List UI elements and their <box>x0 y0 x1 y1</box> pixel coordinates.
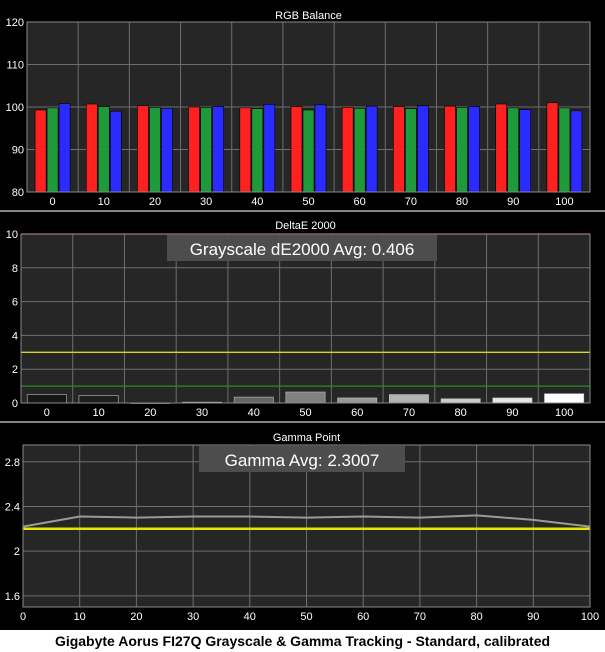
deltae-ytick-label: 10 <box>6 229 18 241</box>
gamma-ytick-label: 2.8 <box>5 457 20 469</box>
deltae-bar <box>78 395 119 404</box>
deltae-xtick-label: 30 <box>196 407 208 419</box>
rgb-bar-red <box>137 105 149 193</box>
rgb-bar-red <box>546 102 559 193</box>
gamma-xtick-label: 20 <box>130 611 142 623</box>
gamma-xtick-label: 30 <box>187 611 199 623</box>
rgb-bar-blue <box>263 104 276 193</box>
gamma-xtick-label: 100 <box>581 611 599 623</box>
gamma-xtick-label: 80 <box>470 611 482 623</box>
chart-title: DeltaE 2000 <box>275 220 336 232</box>
rgb-bar-blue <box>570 110 583 193</box>
rgb-ytick-label: 120 <box>6 17 24 29</box>
rgb-bar-green <box>46 107 59 193</box>
rgb-ytick-label: 110 <box>6 60 24 72</box>
deltae-bar <box>492 397 533 404</box>
rgb-bar-green <box>149 107 161 193</box>
rgb-xtick-label: 90 <box>507 196 519 208</box>
deltae-xtick-label: 50 <box>299 407 311 419</box>
deltae-xtick-label: 10 <box>92 407 104 419</box>
rgb-bar-red <box>239 107 252 193</box>
chart-stage: RGB Balance 80 90 100 110 120 0 10 20 30 40 50 60 70 8… <box>0 0 605 630</box>
rgb-bar-green <box>200 107 212 193</box>
deltae-ytick-label: 4 <box>12 330 18 342</box>
deltae-ytick-label: 8 <box>12 263 18 275</box>
rgb-bar-blue <box>58 103 71 193</box>
deltae-xtick-label: 80 <box>455 407 467 419</box>
rgb-xtick-label: 40 <box>251 196 263 208</box>
deltae-bar <box>26 394 67 404</box>
deltae-xtick-label: 40 <box>248 407 260 419</box>
gamma-xtick-label: 90 <box>527 611 539 623</box>
rgb-bar-red <box>393 106 405 193</box>
deltae-xtick-label: 20 <box>144 407 156 419</box>
rgb-bar-green <box>302 109 315 193</box>
rgb-bar-blue <box>161 107 173 193</box>
deltae-xtick-label: 0 <box>44 407 50 419</box>
gamma-xtick-label: 10 <box>74 611 86 623</box>
deltae-xtick-label: 90 <box>506 407 518 419</box>
gamma-xtick-label: 40 <box>244 611 256 623</box>
rgb-xtick-label: 10 <box>98 196 110 208</box>
deltae-bar <box>233 396 274 404</box>
deltae-bar <box>544 393 585 404</box>
deltae-annotation: Grayscale dE2000 Avg: 0.406 <box>190 240 415 259</box>
rgb-xtick-label: 70 <box>405 196 417 208</box>
rgb-bar-blue <box>417 105 429 193</box>
rgb-bar-green <box>456 107 468 193</box>
rgb-bar-red <box>34 109 47 193</box>
deltae-ytick-label: 2 <box>12 364 18 376</box>
rgb-bar-green <box>558 107 571 193</box>
figure-caption: Gigabyte Aorus FI27Q Grayscale & Gamma T… <box>0 630 605 652</box>
gamma-ytick-label: 1.6 <box>5 591 20 603</box>
rgb-bar-blue <box>519 109 532 193</box>
rgb-bar-red <box>290 106 303 193</box>
chart-title: Gamma Point <box>273 432 340 444</box>
deltae-bar <box>440 398 481 404</box>
gamma-xtick-label: 60 <box>357 611 369 623</box>
rgb-bar-blue <box>109 110 122 193</box>
gamma-xtick-label: 0 <box>20 611 26 623</box>
rgb-bar-red <box>444 105 456 193</box>
gamma-ytick-label: 2 <box>14 546 20 558</box>
rgb-xtick-label: 20 <box>149 196 161 208</box>
deltae-bar <box>337 397 378 404</box>
deltae-ytick-label: 6 <box>12 297 18 309</box>
rgb-xtick-label: 80 <box>456 196 468 208</box>
deltae-bar <box>388 394 429 404</box>
gamma-ytick-label: 2.4 <box>5 501 20 513</box>
deltae-ytick-label: 0 <box>12 398 18 410</box>
rgb-xtick-label: 50 <box>302 196 314 208</box>
deltae-bar <box>285 391 326 404</box>
rgb-bar-green <box>353 107 366 193</box>
deltae-xtick-label: 60 <box>351 407 363 419</box>
deltae-xtick-label: 100 <box>555 407 573 419</box>
rgb-ytick-label: 80 <box>12 187 24 199</box>
rgb-ytick-label: 90 <box>12 145 24 157</box>
rgb-bar-green <box>97 106 110 193</box>
rgb-bar-blue <box>365 105 378 193</box>
rgb-bar-red <box>495 103 508 193</box>
rgb-bar-blue <box>314 104 327 193</box>
gamma-xtick-label: 70 <box>414 611 426 623</box>
rgb-bar-red <box>85 103 98 193</box>
rgb-bar-blue <box>212 106 224 193</box>
deltae-xtick-label: 70 <box>403 407 415 419</box>
rgb-xtick-label: 100 <box>555 196 573 208</box>
rgb-bar-red <box>188 106 200 193</box>
rgb-xtick-label: 60 <box>354 196 366 208</box>
rgb-xtick-label: 30 <box>200 196 212 208</box>
charts-svg: RGB Balance80901001101200 10 20 30 40 50 60 70 8… <box>0 10 605 623</box>
rgb-bar-red <box>341 107 354 193</box>
rgb-bar-blue <box>468 106 480 193</box>
chart-title: RGB Balance <box>275 10 342 22</box>
gamma-annotation: Gamma Avg: 2.3007 <box>225 451 380 470</box>
rgb-bar-green <box>251 108 264 193</box>
rgb-bar-green <box>507 107 520 193</box>
gamma-xtick-label: 50 <box>300 611 312 623</box>
rgb-xtick-label: 0 <box>50 196 56 208</box>
rgb-bar-green <box>405 108 417 193</box>
rgb-ytick-label: 100 <box>6 102 24 114</box>
